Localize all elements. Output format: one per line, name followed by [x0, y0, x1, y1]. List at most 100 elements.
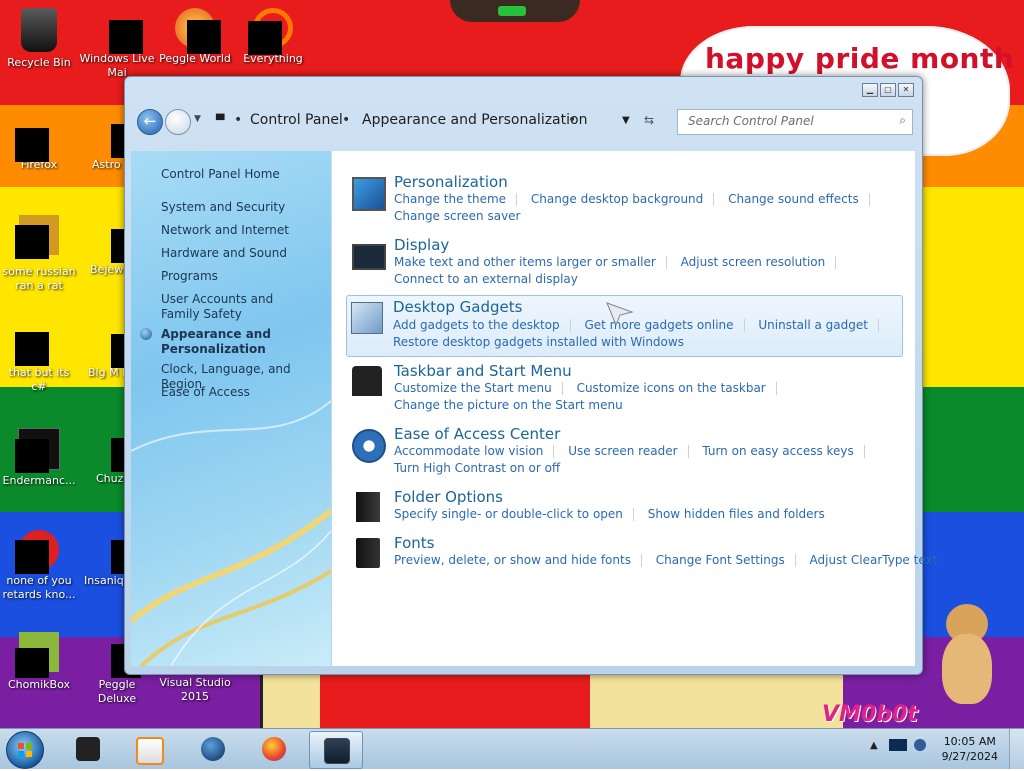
- link-change-desktop-background[interactable]: Change desktop background: [531, 192, 703, 206]
- desktop-icon-csharp[interactable]: that but its c#: [0, 322, 78, 394]
- link-adjust-cleartype[interactable]: Adjust ClearType text: [810, 553, 938, 567]
- watermark-text: VM0b0t: [822, 702, 918, 727]
- taskbar-terminal-button[interactable]: [62, 731, 114, 767]
- desktop-icon-rat[interactable]: some russian ran a rat: [0, 215, 78, 293]
- search-icon: [248, 8, 293, 55]
- desktop-icon-endermanch[interactable]: Endermanc...: [0, 428, 78, 488]
- taskbar-globe-button[interactable]: [187, 731, 239, 767]
- link-high-contrast[interactable]: Turn High Contrast on or off: [394, 461, 560, 475]
- link-connect-external-display[interactable]: Connect to an external display: [394, 272, 578, 286]
- taskbar-firefox-button[interactable]: [248, 731, 300, 767]
- refresh-icon[interactable]: ⇆: [644, 113, 654, 127]
- link-change-font-settings[interactable]: Change Font Settings: [656, 553, 785, 567]
- minimize-button[interactable]: ▁: [862, 83, 878, 97]
- desktop-icon-windows-live-mail[interactable]: Windows Live Mai: [78, 8, 156, 80]
- category-title[interactable]: Fonts: [394, 534, 434, 552]
- close-button[interactable]: ✕: [898, 83, 914, 97]
- link-change-screen-saver[interactable]: Change screen saver: [394, 209, 521, 223]
- taskbar-control-panel-button[interactable]: [309, 731, 363, 769]
- display-icon: [352, 244, 386, 270]
- nav-appearance-personalization[interactable]: Appearance and Personalization: [161, 327, 311, 357]
- link-customize-taskbar-icons[interactable]: Customize icons on the taskbar: [577, 381, 766, 395]
- category-title[interactable]: Desktop Gadgets: [393, 298, 522, 316]
- desktop-icon-none-of-you[interactable]: none of you retards kno...: [0, 530, 78, 602]
- gadgets-icon: [351, 302, 383, 334]
- speech-bubble-text: happy pride month: [705, 42, 1015, 75]
- category-title[interactable]: Ease of Access Center: [394, 425, 560, 443]
- link-change-theme[interactable]: Change the theme: [394, 192, 506, 206]
- personalization-icon: [352, 177, 386, 211]
- firefox-icon: [15, 110, 59, 162]
- nav-ease-of-access[interactable]: Ease of Access: [161, 385, 250, 400]
- volume-icon[interactable]: [914, 739, 927, 751]
- link-adjust-resolution[interactable]: Adjust screen resolution: [681, 255, 826, 269]
- category-links: Preview, delete, or show and hide fonts …: [394, 553, 937, 567]
- recent-pages-dropdown[interactable]: ▼: [194, 114, 201, 124]
- search-box[interactable]: Search Control Panel ⌕: [677, 109, 913, 135]
- show-hidden-icons[interactable]: ▲: [870, 740, 878, 751]
- taskbar-icon: [352, 366, 382, 396]
- link-customize-start-menu[interactable]: Customize the Start menu: [394, 381, 552, 395]
- desktop-icon-peggle-world[interactable]: Peggle World: [156, 8, 234, 66]
- link-show-hidden-files[interactable]: Show hidden files and folders: [648, 507, 825, 521]
- breadcrumb-control-panel[interactable]: Control Panel: [250, 112, 343, 128]
- desktop-icon-label: Visual Studio 2015: [159, 676, 231, 703]
- taskbar: ▲ 10:05 AM 9/27/2024: [0, 728, 1024, 769]
- category-title[interactable]: Personalization: [394, 173, 508, 191]
- nav-system-security[interactable]: System and Security: [161, 200, 285, 215]
- link-change-sound-effects[interactable]: Change sound effects: [728, 192, 859, 206]
- control-panel-window: ▁ ▢ ✕ ← ▼ ▀ • Control Panel • Appearance…: [124, 76, 937, 675]
- mail-icon: [97, 8, 143, 54]
- category-links: Restore desktop gadgets installed with W…: [393, 335, 684, 349]
- maximize-button[interactable]: ▢: [880, 83, 896, 97]
- breadcrumb-appearance[interactable]: Appearance and Personalization: [362, 112, 587, 128]
- desktop-icon-label: Peggle Deluxe: [97, 678, 137, 705]
- desktop-icon-chomikbox[interactable]: ChomikBox: [0, 632, 78, 692]
- desktop-icon-label: none of you retards kno...: [2, 574, 76, 601]
- category-pane: Personalization Change the theme Change …: [332, 151, 937, 666]
- link-restore-gadgets[interactable]: Restore desktop gadgets installed with W…: [393, 335, 684, 349]
- forward-button[interactable]: [165, 109, 191, 135]
- link-make-text-larger[interactable]: Make text and other items larger or smal…: [394, 255, 656, 269]
- clock-date: 9/27/2024: [941, 750, 998, 763]
- link-easy-access-keys[interactable]: Turn on easy access keys: [702, 444, 853, 458]
- category-title[interactable]: Taskbar and Start Menu: [394, 362, 572, 380]
- category-personalization: Personalization Change the theme Change …: [348, 173, 903, 227]
- back-button[interactable]: ←: [137, 109, 163, 135]
- link-uninstall-gadget[interactable]: Uninstall a gadget: [758, 318, 868, 332]
- link-accommodate-low-vision[interactable]: Accommodate low vision: [394, 444, 543, 458]
- category-ease-of-access: Ease of Access Center Accommodate low vi…: [348, 425, 903, 479]
- start-button[interactable]: [6, 731, 44, 769]
- nav-hardware-sound[interactable]: Hardware and Sound: [161, 246, 287, 261]
- desktop-icon-firefox[interactable]: Firefox: [0, 110, 78, 172]
- breadcrumb-separator-icon: •: [568, 112, 577, 128]
- nav-network-internet[interactable]: Network and Internet: [161, 223, 289, 238]
- show-desktop-button[interactable]: [1009, 729, 1024, 769]
- link-add-gadgets[interactable]: Add gadgets to the desktop: [393, 318, 560, 332]
- category-title[interactable]: Folder Options: [394, 488, 503, 506]
- taskbar-media-player-button[interactable]: [122, 731, 174, 767]
- link-use-screen-reader[interactable]: Use screen reader: [568, 444, 677, 458]
- clock-time: 10:05 AM: [943, 735, 996, 748]
- category-links: Specify single- or double-click to open …: [394, 507, 825, 521]
- category-taskbar-start-menu: Taskbar and Start Menu Customize the Sta…: [348, 362, 903, 416]
- search-icon[interactable]: ⌕: [899, 113, 906, 128]
- breadcrumb-separator-icon: •: [234, 112, 243, 128]
- desktop-icon-recycle-bin[interactable]: Recycle Bin: [0, 8, 78, 70]
- category-title[interactable]: Display: [394, 236, 449, 254]
- nav-control-panel-home[interactable]: Control Panel Home: [161, 167, 280, 182]
- category-links: Add gadgets to the desktop Get more gadg…: [393, 318, 889, 332]
- nav-user-accounts[interactable]: User Accounts and Family Safety: [161, 292, 311, 322]
- link-single-double-click[interactable]: Specify single- or double-click to open: [394, 507, 623, 521]
- desktop-icon-everything[interactable]: Everything: [234, 8, 312, 66]
- control-panel-icon: [324, 738, 350, 764]
- recycle-bin-icon: [21, 8, 57, 52]
- network-icon[interactable]: [888, 739, 907, 751]
- clock[interactable]: 10:05 AM 9/27/2024: [942, 734, 998, 764]
- nav-programs[interactable]: Programs: [161, 269, 218, 284]
- address-bar[interactable]: ▀ • Control Panel • Appearance and Perso…: [207, 109, 669, 135]
- address-dropdown-icon[interactable]: ▼: [622, 115, 630, 126]
- link-preview-fonts[interactable]: Preview, delete, or show and hide fonts: [394, 553, 631, 567]
- terminal-icon: [15, 428, 60, 473]
- link-change-start-picture[interactable]: Change the picture on the Start menu: [394, 398, 623, 412]
